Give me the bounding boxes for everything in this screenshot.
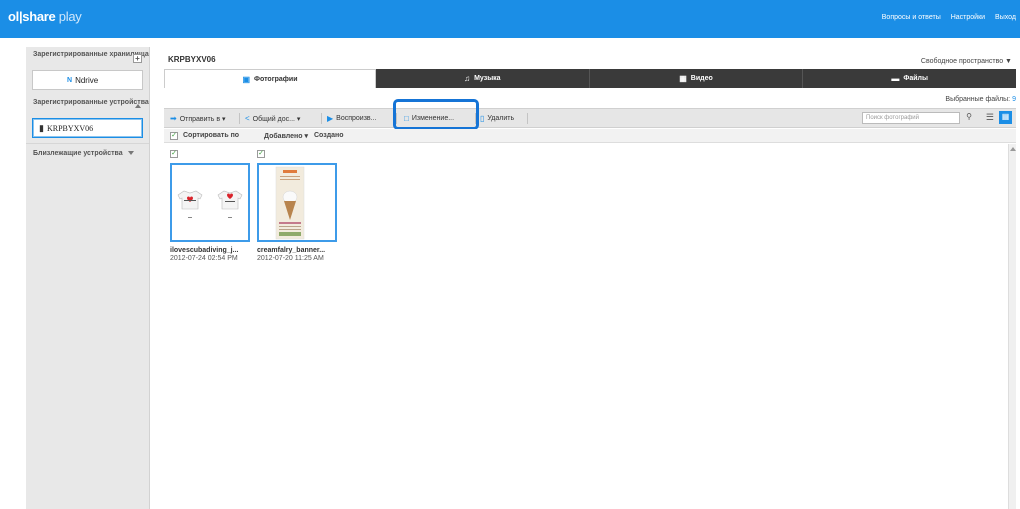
play-icon: ▶ [327,114,334,123]
free-space-dropdown[interactable]: Свободное пространство ▼ [921,58,1012,65]
sort-by-label: Сортировать по [183,132,240,139]
photo-grid: ✓ ilovescubadiving_j... 2012-07-24 02:54… [164,144,1016,509]
tab-music[interactable]: ♫ Музыка [376,69,590,88]
sort-bar: ✓ Сортировать по Добавлено ▾ Создано [164,129,1016,143]
folder-icon: ▬ [891,74,900,83]
tab-label: Музыка [474,75,501,82]
collapse-arrow-icon[interactable] [135,104,141,108]
film-icon: ▦ [679,74,687,83]
edit-button-highlight [393,99,479,130]
add-storage-icon[interactable]: + [133,54,142,63]
grid-view-icon[interactable]: ▦ [999,111,1012,124]
registered-storage-label: Зарегистрированные хранилища [33,51,149,58]
media-tabs: ▣ Фотографии ♫ Музыка ▦ Видео ▬ Файлы [164,69,1016,88]
share-label: Общий дос... ▾ [252,115,301,123]
selected-files-number: 9 [1012,96,1016,103]
selected-files-count: Выбранные файлы: 9 [945,96,1016,103]
send-to-label: Отправить в ▾ [179,115,226,123]
page-title: KRPBYXV06 [168,55,216,64]
send-to-button[interactable]: ➡ Отправить в ▾ [170,112,226,125]
ndrive-icon: N [67,76,73,84]
delete-button[interactable]: ▯ Удалить [480,112,514,125]
sort-created-button[interactable]: Создано [314,132,344,139]
search-icon[interactable]: ⚲ [966,112,972,121]
select-all-checkbox[interactable]: ✓ [170,132,178,140]
toolbar-divider [321,113,322,124]
sidebar-item-device[interactable]: ▮ KRPBYXV06 [32,118,143,138]
nearby-devices-label: Близлежащие устройства [33,150,123,157]
share-icon: < [245,114,250,123]
tab-label: Видео [690,75,713,82]
toolbar-divider [239,113,240,124]
content-scrollbar[interactable] [1008,144,1016,509]
file-date: 2012-07-24 02:54 PM [170,255,238,262]
faq-link[interactable]: Вопросы и ответы [882,14,941,21]
file-date: 2012-07-20 11:25 AM [257,255,324,262]
registered-devices-label: Зарегистрированные устройства [33,99,149,106]
logo-sub-text: play [55,9,82,24]
tshirt-image-icon [172,165,248,240]
top-links: Вопросы и ответы Настройки Выход [882,14,1016,21]
phone-icon: ▮ [39,122,44,133]
file-checkbox[interactable]: ✓ [257,150,265,158]
sidebar-item-label: Ndrive [75,75,99,85]
action-toolbar: ➡ Отправить в ▾ < Общий дос... ▾ ▶ Воспр… [164,108,1016,128]
expand-arrow-icon [127,151,134,156]
logout-link[interactable]: Выход [995,14,1016,21]
tab-label: Фотографии [254,75,298,83]
file-name: creamfalry_banner... [257,247,326,254]
file-name: ilovescubadiving_j... [170,247,239,254]
music-note-icon: ♫ [464,74,471,83]
registered-devices-header[interactable]: Зарегистрированные устройства [26,95,149,117]
list-view-icon[interactable]: ☰ [986,112,994,123]
trash-icon: ▯ [480,114,485,123]
sidebar-item-ndrive[interactable]: N Ndrive [32,70,143,90]
play-label: Воспроизв... [336,115,377,122]
tab-label: Файлы [903,75,928,82]
photo-icon: ▣ [242,74,251,84]
logo-main-text: ol|share [8,9,56,24]
toolbar-divider [527,113,528,124]
ice-cream-banner-image-icon [259,165,335,240]
photo-search-input[interactable]: Поиск фотографий [862,112,960,124]
app-logo[interactable]: ol|share play [8,9,82,24]
file-checkbox[interactable]: ✓ [170,150,178,158]
tab-photos[interactable]: ▣ Фотографии [164,69,376,88]
sidebar: Зарегистрированные хранилища + N Ndrive … [26,47,150,509]
share-button[interactable]: < Общий дос... ▾ [245,112,300,125]
top-bar: ol|share play Вопросы и ответы Настройки… [0,0,1020,38]
arrow-right-icon: ➡ [170,114,177,123]
nearby-devices-header[interactable]: Близлежащие устройства [26,143,149,161]
tab-files[interactable]: ▬ Файлы [803,69,1016,88]
delete-label: Удалить [487,115,515,122]
play-button[interactable]: ▶ Воспроизв... [327,112,376,125]
selected-files-label: Выбранные файлы: [945,96,1011,103]
photo-thumbnail[interactable] [257,163,337,242]
photo-thumbnail[interactable] [170,163,250,242]
tab-video[interactable]: ▦ Видео [590,69,804,88]
registered-storage-header[interactable]: Зарегистрированные хранилища + [26,47,149,69]
scroll-up-icon[interactable] [1010,147,1016,151]
sort-added-button[interactable]: Добавлено ▾ [264,132,308,140]
settings-link[interactable]: Настройки [951,14,985,21]
sidebar-item-label: KRPBYXV06 [46,123,94,133]
